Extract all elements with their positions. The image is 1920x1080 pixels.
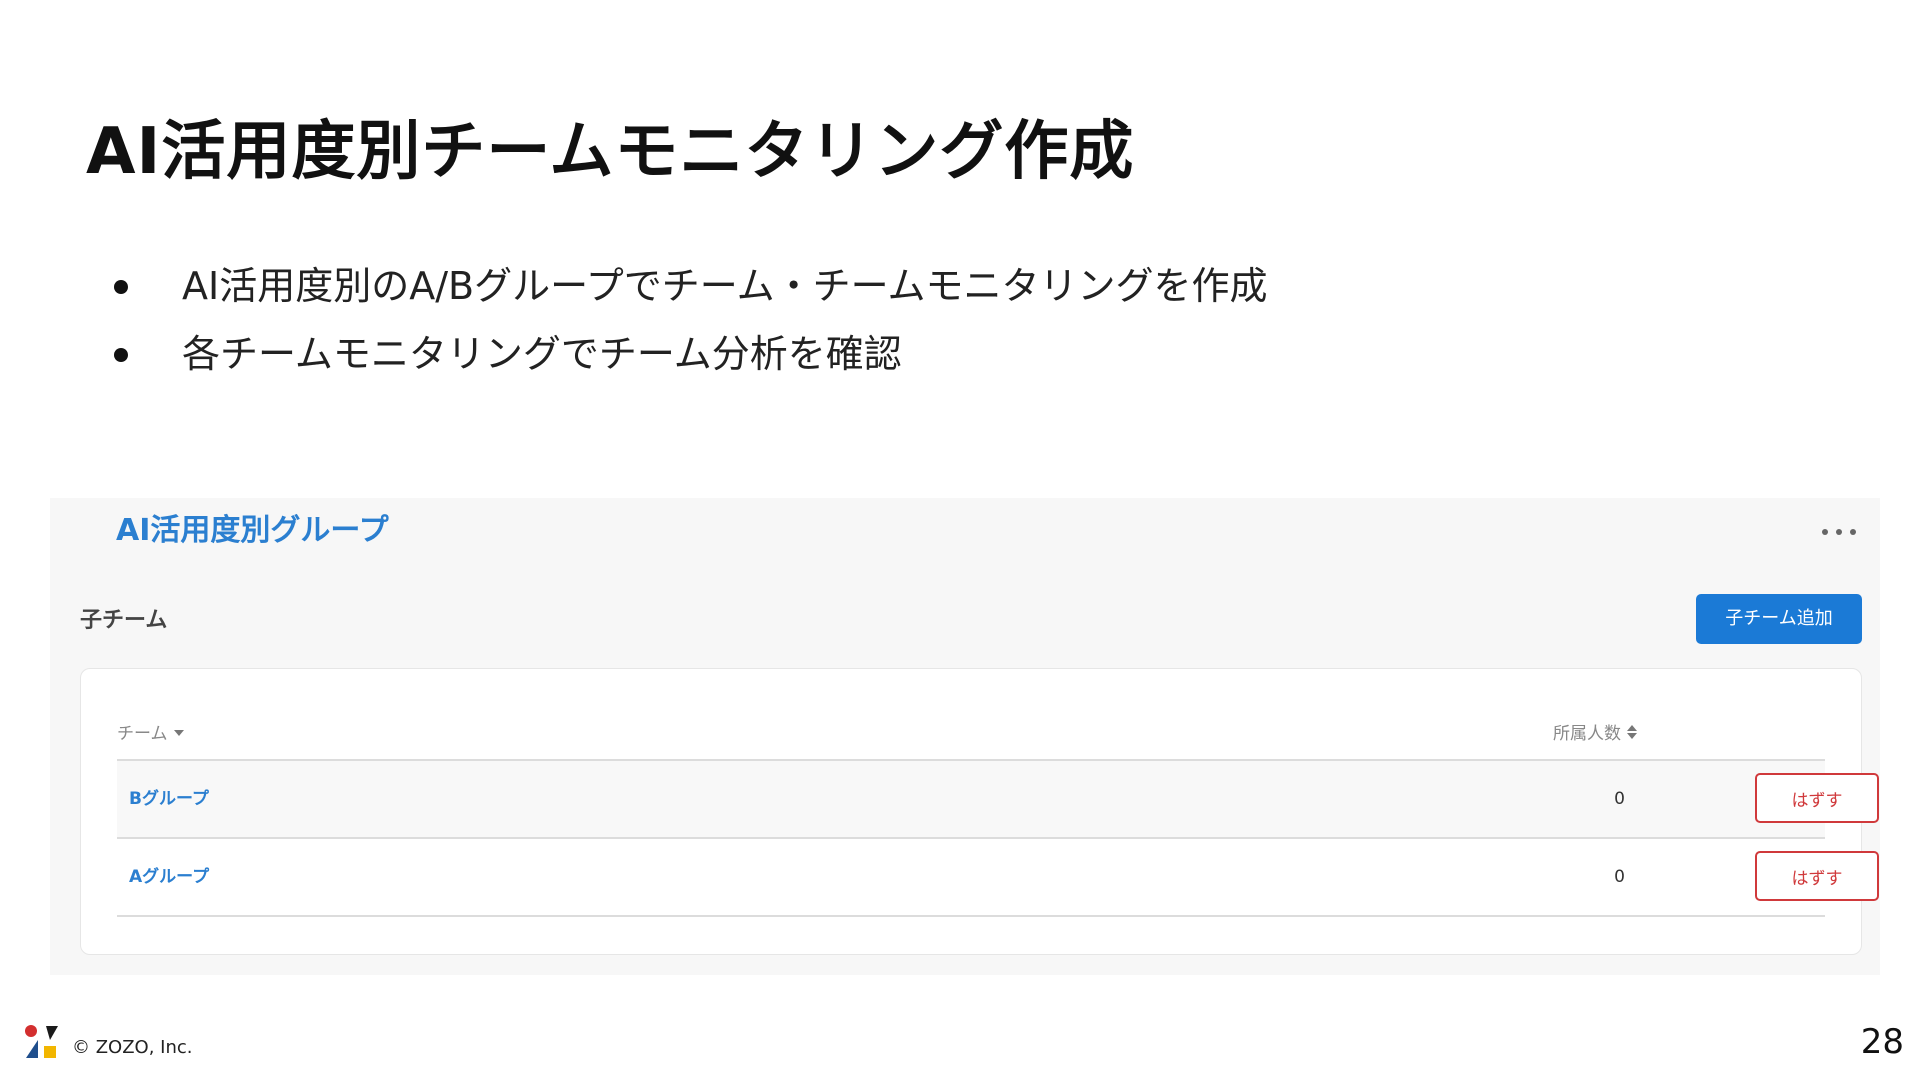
bullet-text: AI活用度別のA/Bグループでチーム・チームモニタリングを作成 — [182, 264, 1268, 308]
bullet-dot-icon — [114, 348, 128, 362]
bullet-item: AI活用度別のA/Bグループでチーム・チームモニタリングを作成 — [108, 258, 1268, 326]
slide-title: AI活用度別チームモニタリング作成 — [86, 115, 1135, 189]
table-header: チーム 所属人数 — [117, 709, 1825, 761]
child-team-table-card: チーム 所属人数 Bグループ 0 はずす Aグループ 0 はずす — [80, 668, 1879, 955]
panel-title: AI活用度別グループ — [116, 513, 389, 548]
bullet-item: 各チームモニタリングでチーム分析を確認 — [108, 326, 1268, 394]
team-panel: AI活用度別グループ 子チーム 子チーム追加 チーム 所属人数 Bグループ 0 … — [50, 498, 1880, 975]
team-link[interactable]: Aグループ — [129, 863, 209, 891]
column-header-team[interactable]: チーム — [117, 719, 184, 744]
table-row: Bグループ 0 はずす — [117, 761, 1879, 839]
sort-icon — [1627, 724, 1637, 739]
section-label: 子チーム — [80, 608, 168, 633]
more-icon[interactable] — [1822, 528, 1856, 536]
copyright-text: © ZOZO, Inc. — [72, 1037, 193, 1058]
caret-down-icon — [173, 730, 184, 736]
bullet-text: 各チームモニタリングでチーム分析を確認 — [182, 332, 902, 376]
member-count: 0 — [1614, 867, 1625, 887]
add-child-team-button[interactable]: 子チーム追加 — [1696, 594, 1862, 644]
zozo-logo — [25, 1025, 58, 1058]
remove-button[interactable]: はずす — [1755, 773, 1879, 823]
member-count: 0 — [1614, 789, 1625, 809]
column-header-team-label: チーム — [117, 724, 168, 744]
column-header-members[interactable]: 所属人数 — [1553, 719, 1637, 744]
bullet-dot-icon — [114, 280, 128, 294]
page-number: 28 — [1860, 1022, 1904, 1062]
table-row: Aグループ 0 はずす — [117, 839, 1879, 917]
bullet-list: AI活用度別のA/Bグループでチーム・チームモニタリングを作成 各チームモニタリ… — [108, 258, 1268, 394]
remove-button[interactable]: はずす — [1755, 851, 1879, 901]
team-link[interactable]: Bグループ — [129, 785, 209, 813]
column-header-members-label: 所属人数 — [1553, 724, 1621, 744]
